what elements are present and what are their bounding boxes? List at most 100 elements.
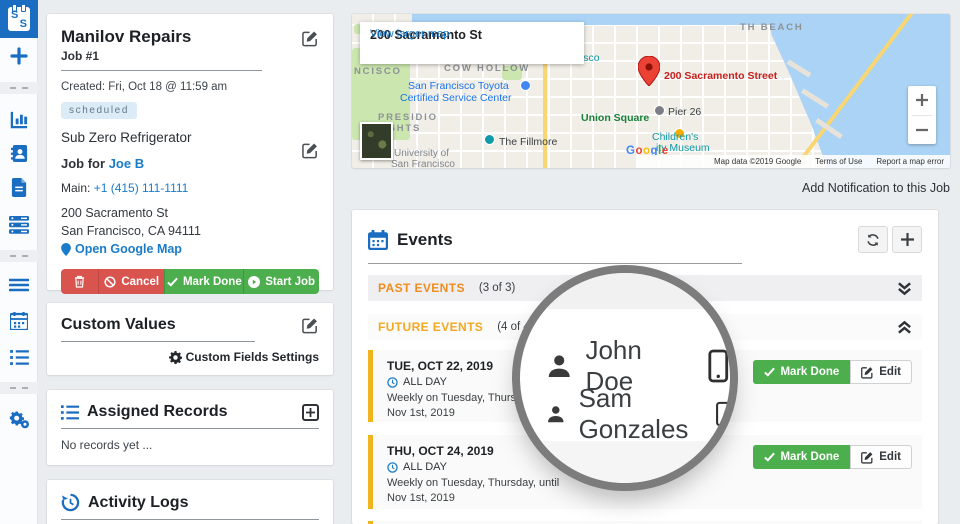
sidebar-item-documents[interactable]	[0, 172, 38, 202]
custom-values-card: Custom Values Custom Fields Settings	[47, 303, 333, 375]
clock-icon	[387, 376, 398, 388]
event-mark-done-button[interactable]: Mark Done	[753, 445, 851, 469]
phone-icon	[716, 401, 730, 427]
divider	[61, 519, 319, 520]
pencil-square-icon	[861, 366, 873, 379]
assignee-name: Sam Gonzales	[578, 383, 689, 444]
sidebar-item-list[interactable]	[0, 342, 38, 372]
event-mark-done-button[interactable]: Mark Done	[753, 360, 851, 384]
list-icon	[9, 349, 29, 365]
sidebar-item-menu[interactable]	[0, 270, 38, 300]
event-actions: Mark Done Edit	[753, 360, 912, 384]
page-title: Manilov Repairs	[61, 27, 192, 46]
check-icon	[764, 452, 776, 462]
calendar-icon	[368, 229, 388, 250]
custom-fields-settings-label: Custom Fields Settings	[185, 350, 319, 364]
google-map[interactable]: TH BEACH Chinatown San Francisco COW HOL…	[352, 14, 950, 168]
zoom-in-button[interactable]	[908, 86, 936, 115]
service-name: Sub Zero Refrigerator	[61, 130, 192, 145]
assigned-records-title: Assigned Records	[87, 403, 228, 420]
chevron-double-up-icon[interactable]	[897, 320, 912, 335]
server-stack-icon	[9, 216, 29, 234]
phone-link[interactable]: +1 (415) 111-1111	[94, 181, 189, 195]
map-label: The Fillmore	[499, 136, 558, 148]
assignee-row: Sam Gonzales	[546, 383, 730, 445]
divider	[61, 428, 319, 429]
map-label: NCISCO	[354, 66, 402, 77]
job-action-buttons: Cancel Mark Done Start Job	[61, 269, 319, 294]
event-edit-button[interactable]: Edit	[850, 445, 912, 469]
phone-line: Main: +1 (415) 111-1111	[61, 181, 319, 195]
contacts-icon	[10, 144, 27, 162]
map-label: San Francisco	[391, 159, 455, 168]
sidebar-item-data[interactable]	[0, 210, 38, 240]
contact-link[interactable]: Joe B	[109, 156, 144, 171]
plus-icon	[306, 407, 315, 417]
delete-button[interactable]	[61, 269, 99, 294]
refresh-events-button[interactable]	[858, 226, 888, 253]
map-label: TH BEACH	[740, 22, 804, 33]
map-pin-icon	[638, 56, 660, 86]
map-road	[543, 50, 547, 168]
ban-icon	[104, 275, 116, 288]
add-record-button[interactable]	[302, 403, 319, 421]
sidebar-item-settings[interactable]	[0, 404, 38, 434]
future-events-label: FUTURE EVENTS	[378, 320, 484, 334]
chevron-double-down-icon[interactable]	[897, 281, 912, 296]
divider	[61, 70, 263, 71]
sidebar-item-contacts[interactable]	[0, 138, 38, 168]
gears-icon	[9, 410, 29, 428]
assigned-records-card: Assigned Records No records yet ...	[47, 390, 333, 465]
zoom-out-button[interactable]	[908, 116, 936, 145]
sidebar-item-reports[interactable]	[0, 104, 38, 134]
edit-custom-values-icon[interactable]	[302, 317, 319, 339]
mark-done-label: Mark Done	[182, 275, 242, 288]
sidebar-divider	[0, 250, 38, 262]
cancel-button[interactable]: Cancel	[99, 269, 165, 294]
edit-service-icon[interactable]	[302, 142, 319, 164]
history-icon	[61, 493, 80, 512]
edit-job-icon[interactable]	[302, 30, 319, 52]
start-job-button[interactable]: Start Job	[243, 269, 319, 294]
hamburger-icon	[9, 278, 29, 292]
job-for-line: Job for Joe B	[61, 156, 319, 171]
event-actions: Mark Done Edit	[753, 445, 912, 469]
add-event-button[interactable]	[892, 226, 922, 253]
phone-icon	[708, 349, 729, 383]
address-line2: San Francisco, CA 94111	[61, 223, 201, 238]
map-label: Pier 26	[668, 106, 702, 118]
app-root: S S Manilov Repairs Job #1 Created: Fri,…	[0, 0, 960, 524]
plus-icon	[916, 94, 928, 107]
document-icon	[11, 177, 26, 197]
terms-link[interactable]: Terms of Use	[815, 157, 862, 166]
start-job-label: Start Job	[265, 275, 316, 288]
calendar-icon	[10, 312, 28, 330]
add-notification-link[interactable]: Add Notification to this Job	[802, 181, 950, 195]
events-title: Events	[397, 229, 453, 249]
open-map-link[interactable]: Open Google Map	[61, 242, 319, 256]
mark-done-button[interactable]: Mark Done	[164, 269, 244, 294]
app-logo[interactable]: S S	[0, 0, 38, 38]
play-circle-icon	[248, 275, 261, 288]
sidebar-item-calendar[interactable]	[0, 306, 38, 336]
event-edit-button[interactable]: Edit	[850, 360, 912, 384]
minus-icon	[916, 128, 928, 131]
map-poi-icon	[654, 105, 665, 116]
activity-logs-card: Activity Logs	[47, 480, 333, 524]
trash-icon	[74, 275, 85, 288]
status-badge: scheduled	[61, 102, 137, 119]
satellite-toggle[interactable]	[360, 122, 393, 160]
report-error-link[interactable]: Report a map error	[876, 157, 944, 166]
map-label: COW HOLLOW	[444, 63, 531, 74]
map-data-text: Map data ©2019 Google	[713, 157, 802, 166]
created-date: Created: Fri, Oct 18 @ 11:59 am	[61, 81, 228, 93]
sidebar: S S	[0, 0, 38, 524]
custom-values-title: Custom Values	[61, 316, 176, 333]
no-records-text: No records yet ...	[61, 438, 153, 452]
pencil-square-icon	[861, 451, 873, 464]
map-zoom-control	[908, 86, 936, 144]
view-larger-map-link[interactable]: View larger map	[370, 28, 449, 40]
custom-fields-settings-link[interactable]: Custom Fields Settings	[61, 350, 319, 364]
sidebar-item-new[interactable]	[0, 38, 38, 74]
open-map-label: Open Google Map	[75, 242, 182, 256]
